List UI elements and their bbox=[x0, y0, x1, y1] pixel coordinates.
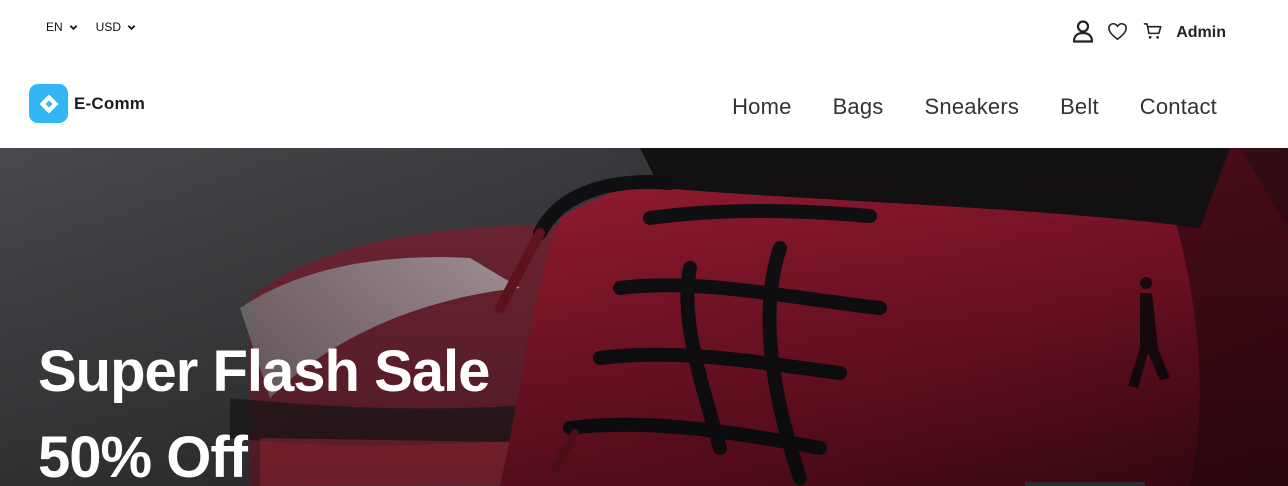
nav-sneakers[interactable]: Sneakers bbox=[925, 94, 1020, 120]
user-icon[interactable] bbox=[1070, 18, 1096, 44]
language-value: EN bbox=[46, 20, 63, 34]
account-name-link[interactable]: Admin bbox=[1176, 24, 1226, 42]
hero-subtitle: 50% Off bbox=[38, 425, 248, 486]
hero-title: Super Flash Sale bbox=[38, 339, 490, 404]
brand-logo[interactable]: E-Comm bbox=[29, 84, 145, 123]
brand-name: E-Comm bbox=[74, 93, 146, 113]
main-navbar: E-Comm Home Bags Sneakers Belt Contact bbox=[0, 60, 1288, 148]
heart-icon[interactable] bbox=[1106, 20, 1128, 42]
account-actions: Admin bbox=[1070, 18, 1226, 44]
cart-icon[interactable] bbox=[1142, 21, 1162, 41]
hero-banner: Super Flash Sale 50% Off bbox=[0, 148, 1288, 486]
top-bar: EN USD Admin bbox=[0, 0, 1288, 60]
nav-home[interactable]: Home bbox=[732, 94, 792, 120]
language-select[interactable]: EN bbox=[46, 20, 78, 34]
logo-icon bbox=[29, 84, 68, 123]
main-menu: Home Bags Sneakers Belt Contact bbox=[732, 94, 1217, 120]
currency-select[interactable]: USD bbox=[96, 20, 136, 34]
locale-selectors: EN USD bbox=[46, 20, 136, 34]
currency-value: USD bbox=[95, 20, 122, 34]
nav-belt[interactable]: Belt bbox=[1060, 94, 1099, 120]
hero-text: Super Flash Sale 50% Off bbox=[38, 338, 490, 486]
chevron-down-icon bbox=[69, 24, 77, 30]
nav-contact[interactable]: Contact bbox=[1140, 94, 1217, 120]
nav-bags[interactable]: Bags bbox=[833, 94, 884, 120]
chevron-down-icon bbox=[127, 24, 136, 30]
